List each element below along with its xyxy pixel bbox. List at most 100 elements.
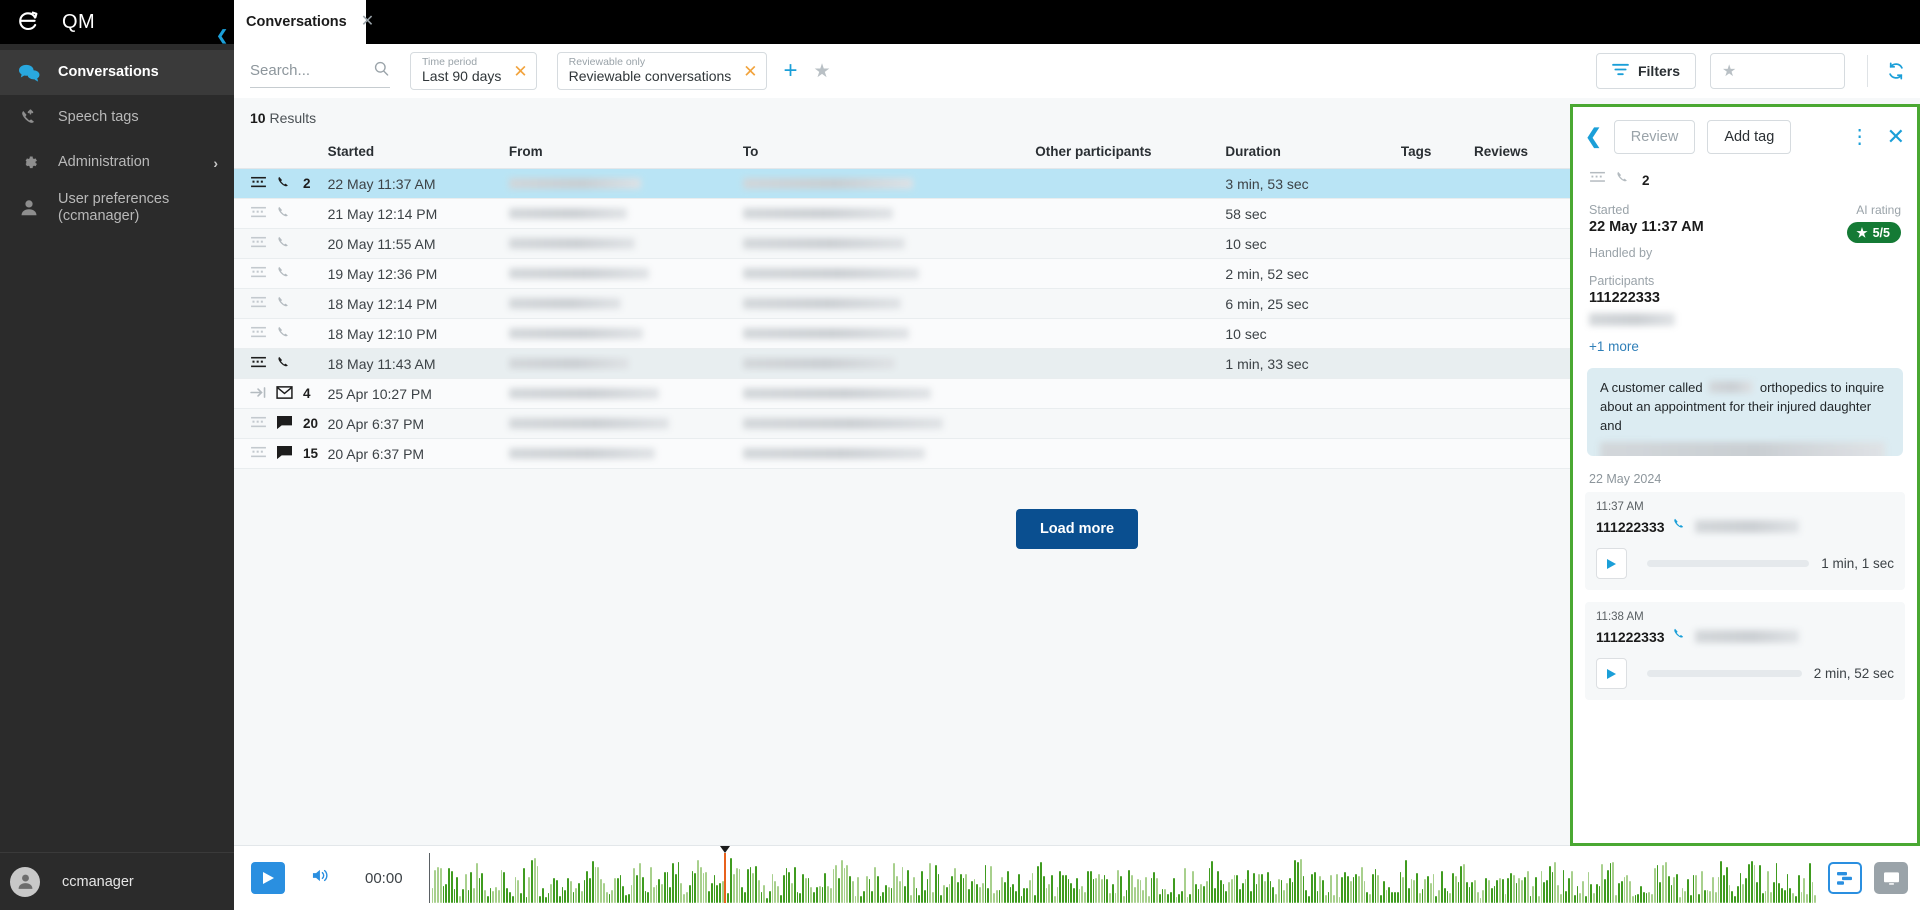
more-participants-link[interactable]: +1 more	[1589, 339, 1901, 354]
progress-track[interactable]	[1647, 560, 1810, 567]
waveform[interactable]	[428, 846, 1816, 903]
cell-other-participants	[1035, 198, 1226, 229]
waveform-bar	[605, 892, 608, 903]
redacted-participant	[1589, 313, 1901, 331]
waveform-bar	[1637, 894, 1640, 903]
star-icon[interactable]: ★	[814, 62, 831, 81]
sidebar-item-conversations[interactable]: Conversations	[0, 50, 234, 95]
cell-to	[742, 258, 1036, 289]
waveform-bar	[710, 883, 713, 903]
waveform-bar	[1543, 882, 1546, 903]
waveform-bar	[1808, 863, 1811, 903]
waveform-bar	[1228, 882, 1230, 903]
waveform-bar	[1358, 876, 1360, 903]
col-duration[interactable]: Duration	[1225, 137, 1401, 169]
waveform-bar	[633, 868, 636, 903]
sidebar-user-bar[interactable]: ccmanager	[0, 852, 234, 910]
col-tags[interactable]: Tags	[1400, 137, 1474, 169]
waveform-bar	[1009, 887, 1012, 903]
row-type-cell: 2	[234, 168, 328, 199]
waveform-bar	[1100, 879, 1103, 903]
waveform-bar	[968, 889, 970, 903]
play-button[interactable]	[251, 862, 285, 894]
waveform-bar	[1714, 892, 1717, 903]
handled-by-label: Handled by	[1589, 246, 1653, 260]
waveform-bar	[1429, 883, 1432, 903]
waveform-bar	[1454, 876, 1457, 903]
sidebar-collapse-icon[interactable]: ❮	[216, 28, 228, 42]
filter-chip-time-period[interactable]: Time period Last 90 days ✕	[410, 52, 537, 90]
waveform-bar	[575, 888, 578, 903]
add-filter-button[interactable]: +	[784, 59, 798, 83]
waveform-bar	[1147, 896, 1150, 903]
waveform-bar	[481, 873, 484, 903]
waveform-bar	[1056, 887, 1059, 903]
load-more-button[interactable]: Load more	[1015, 509, 1139, 549]
waveform-bar	[1665, 862, 1667, 903]
waveform-bar	[525, 897, 528, 903]
close-icon[interactable]: ✕	[1887, 126, 1905, 148]
col-reviews[interactable]: Reviews	[1473, 137, 1577, 169]
timeline-item[interactable]: 11:37 AM 111222333 1 min, 1 sec	[1585, 492, 1905, 590]
add-tag-button[interactable]: Add tag	[1707, 120, 1792, 154]
col-started[interactable]: Started	[327, 137, 509, 169]
timeline-item[interactable]: 11:38 AM 111222333 2 min, 52 sec	[1585, 602, 1905, 700]
sidebar-item-user-preferences[interactable]: User preferences (ccmanager)	[0, 185, 234, 230]
waveform-bar	[1432, 874, 1435, 903]
close-icon[interactable]: ✕	[361, 14, 374, 30]
volume-icon[interactable]	[311, 867, 330, 889]
search-field[interactable]	[250, 54, 390, 88]
waveform-bar	[547, 893, 550, 903]
chevron-left-icon[interactable]: ❮	[1585, 127, 1602, 147]
waveform-bar	[1548, 866, 1551, 903]
search-icon[interactable]	[373, 60, 390, 82]
waveform-bar	[1004, 882, 1006, 903]
waveform-bar	[1161, 889, 1164, 903]
waveform-bar	[622, 886, 625, 903]
waveform-bar	[1341, 877, 1344, 903]
playhead-marker-icon	[719, 846, 730, 853]
waveform-bar	[467, 890, 470, 903]
more-vertical-icon[interactable]: ⋮	[1850, 127, 1870, 147]
col-to[interactable]: To	[742, 137, 1036, 169]
waveform-bar	[1399, 872, 1402, 903]
transcript-icon	[250, 386, 267, 402]
review-button[interactable]: Review	[1613, 120, 1696, 154]
sidebar-item-label: Conversations	[58, 64, 159, 81]
waveform-bar	[934, 865, 937, 903]
waveform-bars[interactable]	[431, 853, 1816, 903]
filter-chip-reviewable-only[interactable]: Reviewable only Reviewable conversations…	[556, 52, 767, 90]
col-from[interactable]: From	[508, 137, 743, 169]
waveform-bar	[567, 878, 569, 903]
favorites-field[interactable]: ★	[1710, 53, 1845, 89]
progress-track[interactable]	[1647, 670, 1802, 677]
sidebar-item-administration[interactable]: Administration ›	[0, 140, 234, 185]
waveform-bar	[564, 890, 567, 903]
filters-button[interactable]: Filters	[1595, 53, 1696, 89]
close-icon[interactable]: ✕	[743, 63, 757, 80]
waveform-bar	[1186, 897, 1189, 903]
chevron-right-icon: ›	[213, 154, 218, 171]
search-input[interactable]	[250, 62, 362, 79]
sidebar-item-speech-tags[interactable]: Speech tags	[0, 95, 234, 140]
waveform-bar	[1239, 889, 1241, 903]
waveform-bar	[727, 893, 730, 903]
waveform-bar	[1443, 888, 1446, 903]
waveform-bar	[1145, 877, 1147, 903]
play-button[interactable]	[1596, 548, 1627, 579]
col-other-participants[interactable]: Other participants	[1035, 137, 1226, 169]
waveform-view-icon[interactable]	[1828, 862, 1862, 894]
waveform-bar	[594, 867, 597, 903]
waveform-bar	[1015, 891, 1017, 903]
waveform-bar	[589, 878, 591, 903]
tab-conversations[interactable]: Conversations ✕	[234, 0, 374, 44]
waveform-bar	[1742, 884, 1745, 903]
monitor-icon[interactable]	[1874, 862, 1908, 894]
waveform-bar	[1579, 893, 1582, 903]
play-button[interactable]	[1596, 658, 1627, 689]
playhead[interactable]	[719, 846, 730, 903]
timeline-time: 11:37 AM	[1596, 501, 1644, 513]
cell-from	[508, 408, 743, 439]
close-icon[interactable]: ✕	[513, 63, 527, 80]
refresh-icon[interactable]	[1886, 61, 1906, 81]
